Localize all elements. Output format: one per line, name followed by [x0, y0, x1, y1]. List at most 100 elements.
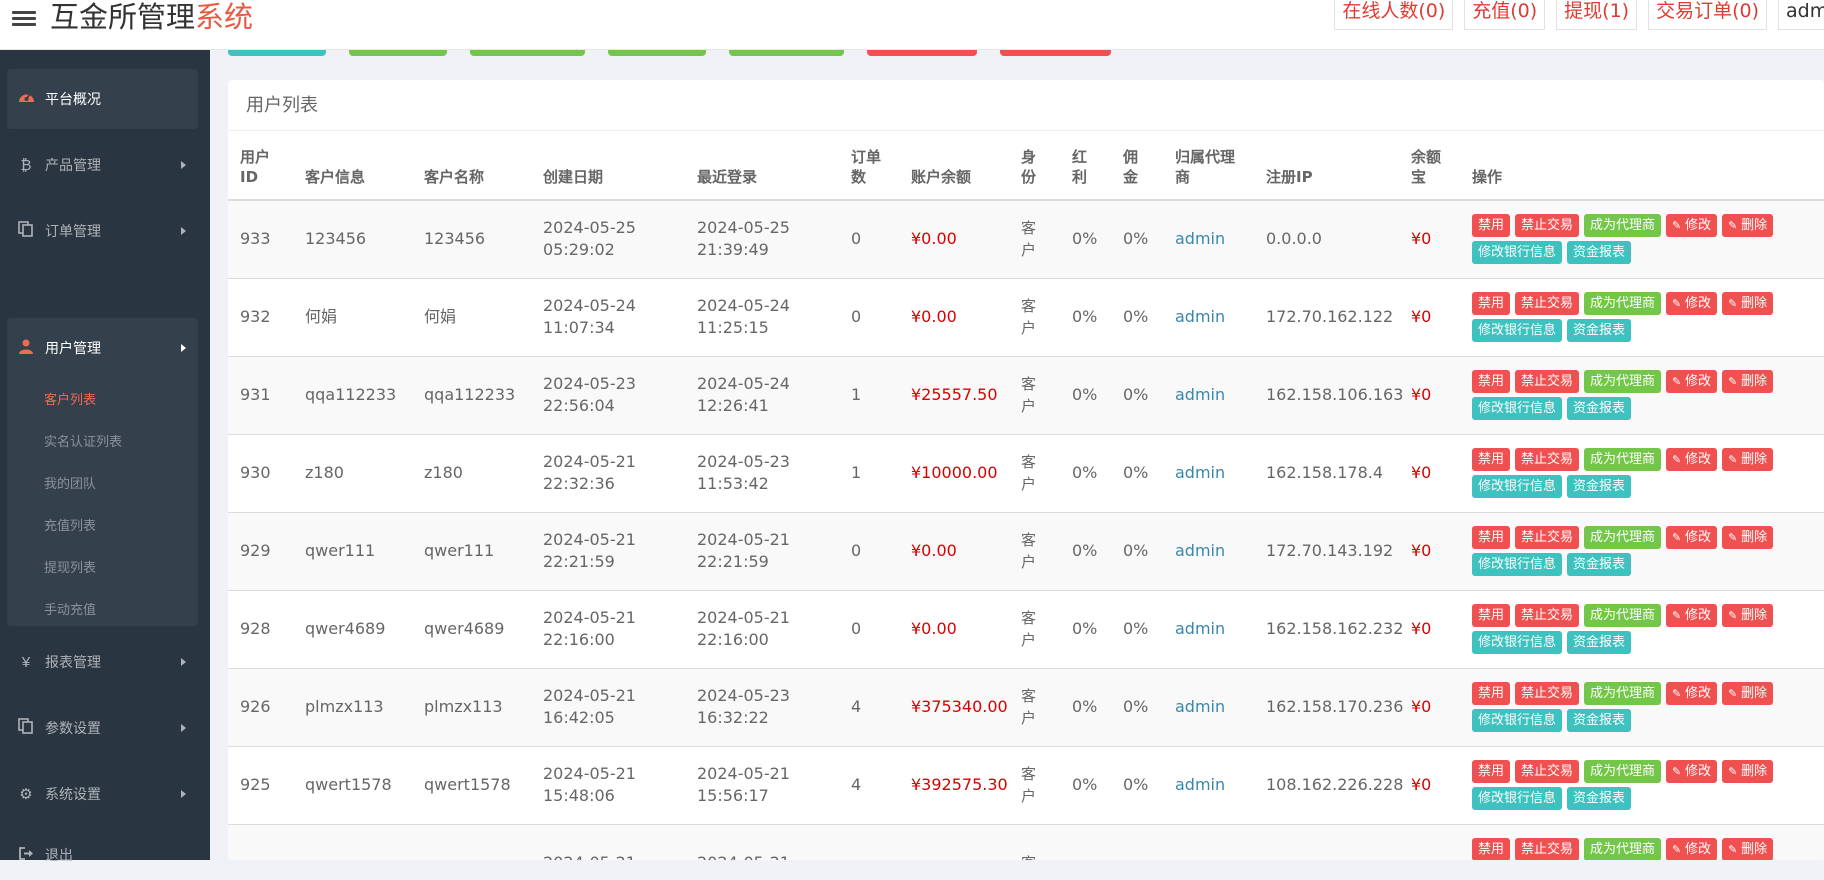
sidebar-item-logout[interactable]: 退出 — [7, 830, 198, 880]
ban-trade-button[interactable]: 禁止交易 — [1515, 292, 1580, 315]
trade-orders-stat[interactable]: 交易订单(0) — [1648, 0, 1767, 30]
edit-bank-button[interactable]: 修改银行信息 — [1472, 475, 1563, 498]
sidebar-item-params[interactable]: 参数设置 — [7, 698, 198, 758]
edit-button[interactable]: ✎ 修改 — [1666, 760, 1718, 783]
edit-bank-button[interactable]: 修改银行信息 — [1472, 241, 1563, 265]
edit-button[interactable]: ✎ 修改 — [1666, 526, 1718, 549]
edit-bank-button[interactable]: 修改银行信息 — [1472, 319, 1563, 342]
fund-report-button[interactable]: 资金报表 — [1567, 319, 1632, 342]
sub-item-my-team[interactable]: 我的团队 — [44, 473, 96, 492]
bonus-cell — [1060, 824, 1111, 860]
agent-cell[interactable]: admin — [1163, 434, 1254, 513]
agent-cell[interactable]: admin — [1163, 356, 1254, 435]
edit-bank-button[interactable]: 修改银行信息 — [1472, 787, 1563, 810]
disable-button[interactable]: 禁用 — [1472, 760, 1511, 783]
disable-button[interactable]: 禁用 — [1472, 214, 1511, 238]
agent-cell[interactable]: admin — [1163, 200, 1254, 279]
sidebar-item-overview[interactable]: 平台概况 — [7, 69, 198, 129]
fund-report-button[interactable]: 资金报表 — [1567, 241, 1632, 265]
make-agent-button[interactable]: 成为代理商 — [1584, 526, 1662, 549]
edit-bank-button[interactable]: 修改银行信息 — [1472, 709, 1563, 732]
edit-button[interactable]: ✎ 修改 — [1666, 604, 1718, 627]
ip-cell-text: 162.158.162.232 — [1266, 619, 1404, 638]
fund-report-button[interactable]: 资金报表 — [1567, 787, 1632, 810]
agent-cell[interactable]: admin — [1163, 512, 1254, 591]
ban-trade-button[interactable]: 禁止交易 — [1515, 370, 1580, 393]
edit-button[interactable]: ✎ 修改 — [1666, 682, 1718, 705]
delete-button[interactable]: ✎ 删除 — [1722, 838, 1774, 860]
agent-cell[interactable]: admin — [1163, 590, 1254, 669]
created-cell: 2024-05-21 16:42:05 — [531, 668, 685, 747]
edit-button[interactable]: ✎ 修改 — [1666, 838, 1718, 860]
edit-bank-button[interactable]: 修改银行信息 — [1472, 553, 1563, 576]
pencil-icon: ✎ — [1672, 375, 1682, 388]
fund-report-button[interactable]: 资金报表 — [1567, 631, 1632, 654]
menu-toggle-icon[interactable] — [12, 8, 36, 30]
disable-button[interactable]: 禁用 — [1472, 292, 1511, 315]
delete-button[interactable]: ✎ 删除 — [1722, 448, 1774, 471]
delete-button[interactable]: ✎ 删除 — [1722, 760, 1774, 783]
fund-report-button[interactable]: 资金报表 — [1567, 397, 1632, 420]
fund-report-button[interactable]: 资金报表 — [1567, 475, 1632, 498]
ban-trade-button[interactable]: 禁止交易 — [1515, 838, 1580, 860]
agent-cell[interactable]: admin — [1163, 668, 1254, 747]
edit-button[interactable]: ✎ 修改 — [1666, 370, 1718, 393]
make-agent-button[interactable]: 成为代理商 — [1584, 682, 1662, 705]
ban-trade-button[interactable]: 禁止交易 — [1515, 448, 1580, 471]
edit-bank-button[interactable]: 修改银行信息 — [1472, 631, 1563, 654]
delete-button[interactable]: ✎ 删除 — [1722, 292, 1774, 315]
edit-button-label: 修改 — [1685, 686, 1712, 701]
sub-item-manual-recharge[interactable]: 手动充值 — [44, 599, 96, 618]
disable-button[interactable]: 禁用 — [1472, 604, 1511, 627]
disable-button[interactable]: 禁用 — [1472, 682, 1511, 705]
created-cell-text: 2024-05-21 — [543, 686, 636, 705]
agent-cell[interactable]: admin — [1163, 746, 1254, 825]
agent-cell[interactable] — [1163, 824, 1254, 860]
sidebar-item-system[interactable]: ⚙ 系统设置 — [7, 764, 198, 824]
delete-button[interactable]: ✎ 删除 — [1722, 604, 1774, 627]
recharge-stat[interactable]: 充值(0) — [1464, 0, 1546, 30]
sub-item-customer-list[interactable]: 客户列表 — [44, 389, 96, 408]
ban-trade-button[interactable]: 禁止交易 — [1515, 526, 1580, 549]
table-row: 931 qqa112233 qqa112233 2024-05-23 22:56:04 2… — [228, 356, 1824, 435]
edit-button[interactable]: ✎ 修改 — [1666, 214, 1718, 238]
sidebar-item-reports[interactable]: ¥ 报表管理 — [7, 632, 198, 692]
delete-button[interactable]: ✎ 删除 — [1722, 526, 1774, 549]
balance-cell-text: ¥0.00 — [911, 541, 957, 560]
user-menu[interactable]: admin — [1778, 0, 1824, 30]
sub-item-realname-list[interactable]: 实名认证列表 — [44, 431, 122, 450]
ban-trade-button[interactable]: 禁止交易 — [1515, 214, 1580, 238]
edit-bank-button[interactable]: 修改银行信息 — [1472, 397, 1563, 420]
fund-report-button[interactable]: 资金报表 — [1567, 709, 1632, 732]
disable-button[interactable]: 禁用 — [1472, 448, 1511, 471]
delete-button[interactable]: ✎ 删除 — [1722, 682, 1774, 705]
ban-trade-button[interactable]: 禁止交易 — [1515, 682, 1580, 705]
fund-report-button[interactable]: 资金报表 — [1567, 553, 1632, 576]
agent-cell[interactable]: admin — [1163, 278, 1254, 357]
edit-button[interactable]: ✎ 修改 — [1666, 292, 1718, 315]
ban-trade-button[interactable]: 禁止交易 — [1515, 604, 1580, 627]
make-agent-button[interactable]: 成为代理商 — [1584, 292, 1662, 315]
sub-item-recharge-list[interactable]: 充值列表 — [44, 515, 96, 534]
make-agent-button[interactable]: 成为代理商 — [1584, 604, 1662, 627]
ban-trade-button[interactable]: 禁止交易 — [1515, 760, 1580, 783]
disable-button[interactable]: 禁用 — [1472, 370, 1511, 393]
sub-item-withdraw-list[interactable]: 提现列表 — [44, 557, 96, 576]
make-agent-button[interactable]: 成为代理商 — [1584, 370, 1662, 393]
edit-button[interactable]: ✎ 修改 — [1666, 448, 1718, 471]
withdraw-stat[interactable]: 提现(1) — [1556, 0, 1638, 30]
disable-button[interactable]: 禁用 — [1472, 838, 1511, 860]
make-agent-button[interactable]: 成为代理商 — [1584, 448, 1662, 471]
make-agent-button[interactable]: 成为代理商 — [1584, 838, 1662, 860]
delete-button[interactable]: ✎ 删除 — [1722, 214, 1774, 238]
sidebar-item-users[interactable]: 用户管理 — [7, 318, 198, 378]
sidebar-item-products[interactable]: ₿ 产品管理 — [7, 135, 198, 195]
make-agent-button[interactable]: 成为代理商 — [1584, 760, 1662, 783]
delete-button[interactable]: ✎ 删除 — [1722, 370, 1774, 393]
sidebar-item-orders[interactable]: 订单管理 — [7, 201, 198, 261]
disable-button[interactable]: 禁用 — [1472, 526, 1511, 549]
make-agent-button[interactable]: 成为代理商 — [1584, 214, 1662, 238]
yeb-cell: ¥0 — [1399, 434, 1460, 513]
chevron-right-icon — [181, 161, 186, 169]
online-users-stat[interactable]: 在线人数(0) — [1334, 0, 1454, 30]
